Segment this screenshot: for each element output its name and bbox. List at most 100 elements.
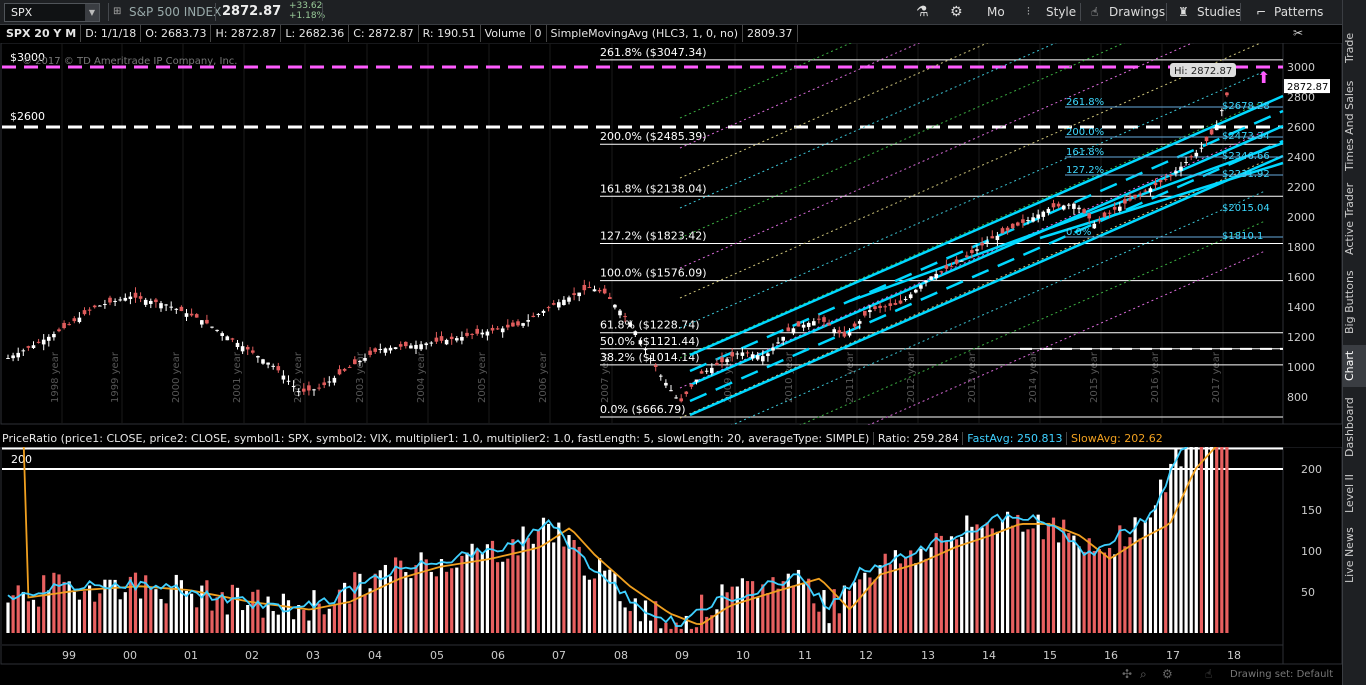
ratio-bar (164, 603, 168, 633)
candle-body (1184, 162, 1188, 164)
drawing-set[interactable]: Drawing set: Default (1230, 669, 1333, 680)
style-button[interactable]: Style (1046, 0, 1076, 24)
candle-body (536, 313, 541, 315)
style-icon[interactable]: ⫶ (1027, 0, 1030, 24)
candle-body (801, 324, 806, 328)
tab-dashboard[interactable]: Dashboard (1343, 395, 1366, 459)
x-axis-label: 99 (62, 649, 76, 662)
year-label: 2015 year (1089, 351, 1100, 403)
candle-body (659, 375, 663, 377)
candle-body (633, 331, 638, 336)
candle-body (755, 355, 760, 360)
candle-body (159, 303, 163, 309)
ratio-bar (82, 591, 87, 633)
gear-icon[interactable]: ⚙ (950, 0, 963, 24)
pointer-icon[interactable]: ☝ (1205, 667, 1212, 681)
candle-body (1026, 220, 1030, 222)
chevron-down-icon[interactable]: ▼ (85, 4, 99, 21)
ratio-chart[interactable]: 22520025020015010050259.2849900010203040… (0, 447, 1343, 665)
link-icon[interactable]: ⊞ (113, 0, 121, 24)
price-chart[interactable]: 1998 year 1999 year 2000 year 2001 year 2002… (0, 43, 1343, 425)
tab-level-ii[interactable]: Level II (1343, 470, 1366, 516)
tab-trade[interactable]: Trade (1343, 28, 1366, 68)
patterns-icon[interactable]: ⌐ (1256, 0, 1266, 24)
candle-body (1148, 188, 1153, 193)
candle-body (837, 330, 842, 333)
ratio-bar (190, 593, 194, 633)
candle-body (689, 384, 694, 387)
candle-body (240, 346, 245, 352)
tab-big-buttons[interactable]: Big Buttons (1343, 266, 1366, 338)
candle-body (572, 293, 576, 295)
candle-body (154, 299, 158, 303)
candle-body (449, 336, 454, 340)
ratio-bar (577, 546, 581, 633)
ratio-bar (618, 601, 622, 633)
ratio-bar (251, 591, 255, 633)
hand-icon[interactable]: ☝ (1091, 0, 1098, 24)
x-axis-label: 05 (430, 649, 444, 662)
ratio-bar (21, 591, 25, 633)
patterns-button[interactable]: Patterns (1274, 0, 1323, 24)
ratio-bar (837, 613, 841, 633)
ratio-bar (623, 607, 627, 633)
candle-body (1041, 211, 1046, 217)
candle-body (500, 328, 505, 333)
zoom-icon[interactable]: ⌕ (1140, 667, 1147, 682)
ratio-bar (1016, 514, 1020, 633)
study-label[interactable]: PriceRatio (price1: CLOSE, price2: CLOSE… (2, 432, 869, 445)
tab-chart[interactable]: Chart (1343, 345, 1366, 387)
x-axis-label: 06 (491, 649, 505, 662)
chart-period[interactable]: SPX 20 Y M (2, 25, 82, 42)
ratio-bar (1067, 533, 1071, 633)
candle-body (220, 333, 224, 336)
channel-line (689, 94, 1284, 357)
change-percent: +1.18% (289, 11, 326, 21)
candle-body (1153, 183, 1158, 186)
volume-label[interactable]: Volume (481, 25, 531, 42)
settings-icon[interactable]: ⚙ (1162, 667, 1173, 681)
studies-icon[interactable]: ♜ (1178, 0, 1189, 24)
candle-body (908, 294, 913, 299)
candle-body (245, 346, 250, 350)
candle-body (1225, 92, 1229, 96)
price-axis-label: 1600 (1287, 271, 1315, 284)
year-label: 2006 year (538, 351, 549, 403)
flask-icon[interactable]: ⚗ (916, 0, 929, 24)
candle-body (949, 266, 954, 268)
candle-body (414, 344, 418, 349)
fib-level-label: 38.2% ($1014.14) (600, 351, 700, 364)
studies-button[interactable]: Studies (1197, 0, 1242, 24)
candle-body (1143, 190, 1148, 192)
candle-body (888, 303, 893, 306)
ratio-axis-label: 200 (1301, 463, 1322, 476)
tab-times-and-sales[interactable]: Times And Sales (1343, 80, 1366, 172)
drag-icon[interactable]: ✣ (1122, 667, 1132, 681)
ratio-bar (1021, 531, 1025, 633)
candle-body (822, 317, 826, 322)
timeframe-button[interactable]: Mo (987, 0, 1005, 24)
candle-body (806, 322, 811, 327)
sma-label[interactable]: SimpleMovingAvg (HLC3, 1, 0, no) (547, 25, 744, 42)
x-axis-label: 03 (306, 649, 320, 662)
tab-live-news[interactable]: Live News (1343, 525, 1366, 585)
ratio-bar (98, 593, 102, 633)
ratio-bar (256, 589, 260, 633)
tab-active-trader[interactable]: Active Trader (1343, 182, 1366, 256)
candle-body (699, 371, 704, 374)
ratio-bar (730, 586, 734, 633)
candle-body (398, 344, 403, 347)
ratio-bar (659, 628, 663, 633)
candle-body (174, 308, 179, 310)
candle-body (52, 334, 56, 338)
candle-body (419, 344, 423, 350)
candle-body (133, 292, 138, 298)
ratio-bar (689, 628, 693, 633)
drawings-button[interactable]: Drawings (1109, 0, 1165, 24)
candle-body (970, 250, 974, 254)
crosshair-icon[interactable]: ✂ (1293, 26, 1303, 40)
ratio-axis-label: 100 (1301, 545, 1322, 558)
symbol-input[interactable]: SPX ▼ (4, 3, 100, 22)
candle-body (72, 318, 77, 322)
year-label: 2001 year (232, 351, 243, 403)
